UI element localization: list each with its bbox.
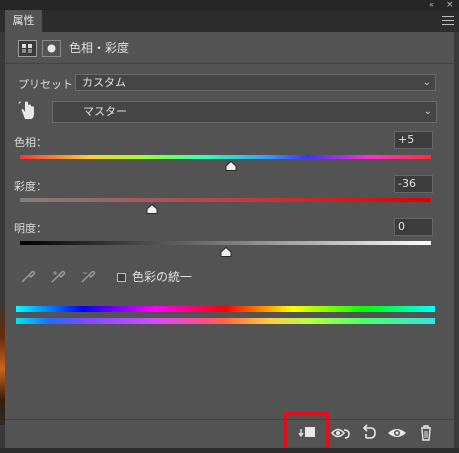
output-color-spectrum bbox=[16, 318, 435, 324]
eyedropper-add-icon[interactable] bbox=[50, 268, 66, 284]
header-divider bbox=[5, 63, 454, 64]
saturation-input[interactable]: -36 bbox=[394, 175, 433, 193]
toolbar-divider bbox=[5, 419, 454, 420]
hue-label: 色相： bbox=[14, 136, 47, 149]
colorize-label: 色彩の統一 bbox=[132, 270, 193, 284]
panel-bottom-strip bbox=[0, 448, 459, 453]
targeted-adjustment-hand-icon[interactable] bbox=[18, 99, 38, 121]
saturation-slider-track[interactable] bbox=[20, 198, 431, 202]
saturation-label: 彩度： bbox=[14, 180, 47, 193]
lightness-label: 明度： bbox=[14, 222, 47, 235]
channel-select[interactable]: マスター ⌄ bbox=[52, 101, 437, 123]
reset-adjustment-icon[interactable] bbox=[357, 423, 379, 443]
close-panel-icon[interactable]: × bbox=[446, 0, 456, 10]
panel-title: 色相・彩度 bbox=[69, 41, 130, 55]
colorize-checkbox[interactable] bbox=[117, 273, 126, 282]
hue-saturation-adjustment-icon[interactable] bbox=[18, 40, 37, 57]
preset-value: カスタム bbox=[82, 76, 126, 89]
hue-input[interactable]: +5 bbox=[394, 131, 433, 149]
highlight-box bbox=[284, 412, 329, 450]
view-previous-state-icon[interactable] bbox=[330, 423, 352, 443]
chevron-down-icon: ⌄ bbox=[423, 106, 432, 117]
lightness-slider-track[interactable] bbox=[20, 241, 431, 245]
eyedropper-icon[interactable] bbox=[20, 268, 36, 284]
input-color-spectrum bbox=[16, 306, 435, 312]
panel-tab-bar bbox=[0, 10, 459, 32]
toggle-visibility-eye-icon[interactable] bbox=[386, 423, 408, 443]
eyedropper-subtract-icon[interactable] bbox=[80, 268, 96, 284]
collapse-panel-icon[interactable]: « bbox=[429, 0, 439, 10]
trash-icon[interactable] bbox=[415, 423, 437, 443]
channel-value: マスター bbox=[83, 105, 127, 118]
hamburger-menu-icon[interactable] bbox=[442, 16, 454, 26]
layer-mask-icon[interactable] bbox=[42, 40, 61, 57]
properties-panel bbox=[5, 32, 454, 448]
preset-select[interactable]: カスタム ⌄ bbox=[75, 74, 436, 91]
hue-slider-track[interactable] bbox=[20, 155, 431, 159]
lightness-input[interactable]: 0 bbox=[394, 218, 433, 236]
chevron-down-icon: ⌄ bbox=[422, 77, 431, 88]
tab-properties[interactable]: 属性 bbox=[5, 10, 42, 32]
panel-top-strip bbox=[0, 0, 459, 10]
